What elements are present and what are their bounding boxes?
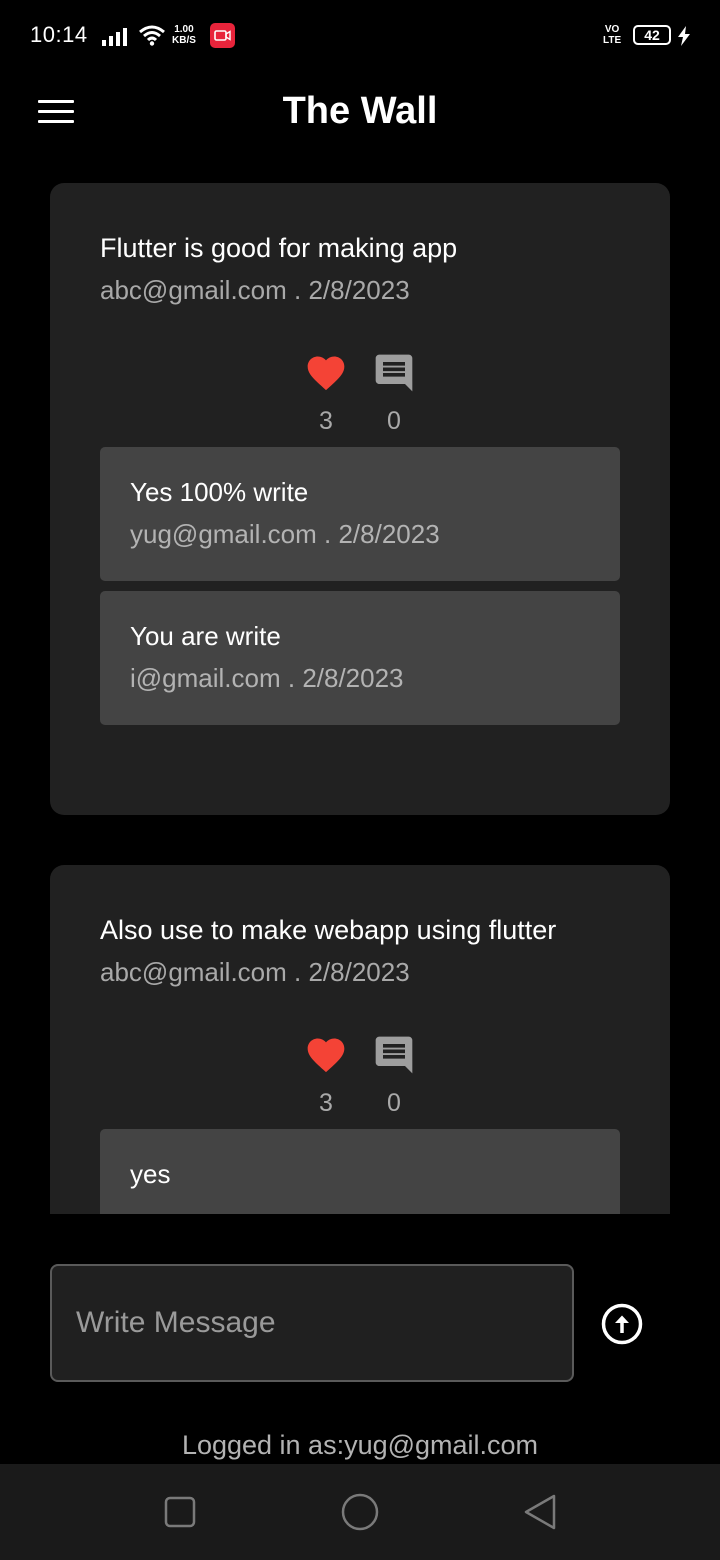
comment-action[interactable]: 0 bbox=[369, 1033, 419, 1118]
message-input[interactable] bbox=[52, 1266, 572, 1380]
heart-icon[interactable] bbox=[304, 1033, 348, 1077]
comment-action[interactable]: 0 bbox=[369, 351, 419, 436]
post-actions: 3 0 bbox=[50, 989, 670, 1129]
comment-count: 0 bbox=[387, 1089, 401, 1117]
comment-count: 0 bbox=[387, 407, 401, 435]
screen-record-icon bbox=[210, 23, 235, 48]
page-title: The Wall bbox=[282, 90, 438, 132]
network-speed-value: 1.00 bbox=[174, 24, 194, 35]
home-icon[interactable] bbox=[340, 1492, 380, 1532]
battery-indicator: 42 bbox=[633, 25, 671, 45]
wall-feed[interactable]: Flutter is good for making app abc@gmail… bbox=[0, 154, 720, 1214]
comment-item: You are write i@gmail.com . 2/8/2023 bbox=[100, 591, 620, 725]
heart-icon[interactable] bbox=[304, 351, 348, 395]
post-meta: abc@gmail.com . 2/8/2023 bbox=[100, 275, 410, 305]
comment-text: Yes 100% write bbox=[130, 477, 309, 507]
post-card: Also use to make webapp using flutter ab… bbox=[50, 865, 670, 1214]
comment-icon[interactable] bbox=[372, 351, 416, 395]
comment-text: yes bbox=[130, 1159, 171, 1189]
charging-icon bbox=[678, 26, 690, 46]
comment-item: yes bbox=[100, 1129, 620, 1214]
network-speed: 1.00 KB/S bbox=[172, 24, 196, 46]
like-count: 3 bbox=[319, 1089, 333, 1117]
volte-top: VO bbox=[604, 24, 620, 35]
message-input-box[interactable] bbox=[50, 1264, 574, 1382]
comment-meta: i@gmail.com . 2/8/2023 bbox=[130, 663, 404, 693]
recent-apps-icon[interactable] bbox=[160, 1492, 200, 1532]
like-action[interactable]: 3 bbox=[301, 351, 351, 436]
post-actions: 3 0 bbox=[50, 307, 670, 447]
network-speed-unit: KB/S bbox=[172, 35, 196, 46]
app-bar: The Wall bbox=[0, 72, 720, 154]
status-bar: 10:14 1.00 KB/S VO LTE 42 bbox=[0, 0, 720, 72]
system-navigation-bar bbox=[0, 1464, 720, 1560]
wifi-icon bbox=[139, 25, 165, 46]
like-action[interactable]: 3 bbox=[301, 1033, 351, 1118]
post-message: Flutter is good for making app bbox=[100, 233, 458, 263]
comment-text: You are write bbox=[130, 621, 281, 651]
comment-icon[interactable] bbox=[372, 1033, 416, 1077]
like-count: 3 bbox=[319, 407, 333, 435]
comment-item: Yes 100% write yug@gmail.com . 2/8/2023 bbox=[100, 447, 620, 581]
logged-in-label: Logged in as:yug@gmail.com bbox=[181, 1430, 539, 1460]
volte-indicator: VO LTE bbox=[603, 24, 621, 46]
arrow-up-circle-icon[interactable] bbox=[600, 1302, 644, 1346]
post-meta: abc@gmail.com . 2/8/2023 bbox=[100, 957, 410, 987]
comment-meta: yug@gmail.com . 2/8/2023 bbox=[130, 519, 440, 549]
volte-bottom: LTE bbox=[603, 35, 622, 46]
post-message: Also use to make webapp using flutter bbox=[100, 915, 557, 945]
back-icon[interactable] bbox=[520, 1492, 560, 1532]
status-time: 10:14 bbox=[30, 22, 88, 47]
signal-icon bbox=[102, 28, 127, 46]
post-card: Flutter is good for making app abc@gmail… bbox=[50, 183, 670, 815]
